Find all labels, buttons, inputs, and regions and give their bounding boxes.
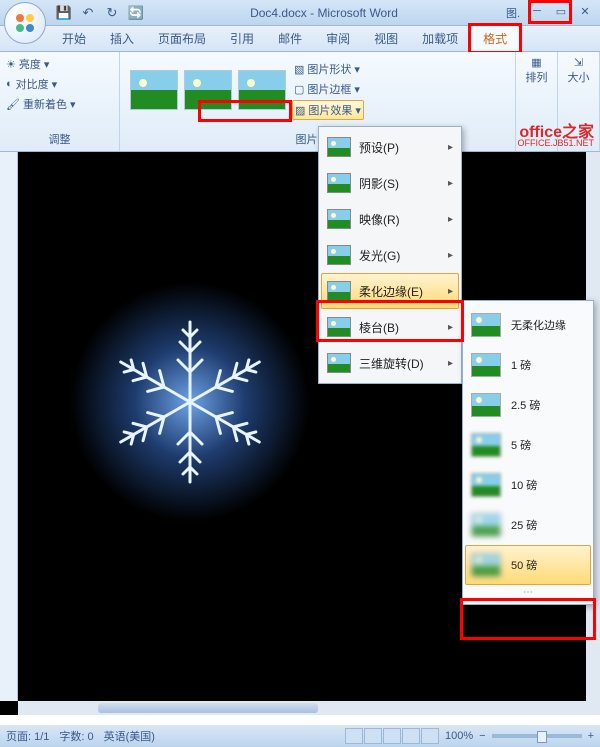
thumb-icon <box>327 173 351 193</box>
annotation-highlight <box>198 100 292 122</box>
soft-edge-option-25pt[interactable]: 25 磅 <box>465 505 591 545</box>
refresh-button[interactable]: 🔄 <box>126 3 146 23</box>
contrast-button[interactable]: ◐对比度 ▾ <box>6 76 113 92</box>
contrast-icon: ◐ <box>6 78 13 90</box>
menu-item-reflection[interactable]: 映像(R)▸ <box>321 201 459 237</box>
picture-effects-menu: 预设(P)▸ 阴影(S)▸ 映像(R)▸ 发光(G)▸ 柔化边缘(E)▸ 棱台(… <box>318 126 462 384</box>
arrange-icon: ▦ <box>522 56 551 69</box>
watermark: office之家 <box>519 118 594 142</box>
menu-item-glow[interactable]: 发光(G)▸ <box>321 237 459 273</box>
menu-item-3d-rotation[interactable]: 三维旋转(D)▸ <box>321 345 459 381</box>
annotation-highlight <box>460 598 596 640</box>
status-language[interactable]: 英语(美国) <box>104 728 155 744</box>
soft-edges-submenu: 无柔化边缘 1 磅 2.5 磅 5 磅 10 磅 25 磅 50 磅 ⋯ <box>462 300 594 605</box>
thumb-icon <box>471 353 501 377</box>
size-icon: ⇲ <box>564 56 593 69</box>
view-draft[interactable] <box>421 728 439 744</box>
tab-home[interactable]: 开始 <box>50 26 98 51</box>
annotation-highlight <box>468 23 522 54</box>
thumb-icon <box>327 137 351 157</box>
zoom-level[interactable]: 100% <box>445 730 473 742</box>
sun-icon: ☀ <box>6 58 16 71</box>
chevron-right-icon: ▸ <box>448 142 453 153</box>
recolor-button[interactable]: 🖌重新着色 ▾ <box>6 96 113 112</box>
chevron-right-icon: ▸ <box>448 358 453 369</box>
tab-review[interactable]: 审阅 <box>314 26 362 51</box>
style-thumb-1[interactable] <box>130 70 178 110</box>
picture-effects-button[interactable]: ▨图片效果 ▾ <box>292 100 364 120</box>
size-button[interactable]: ⇲ 大小 <box>564 56 593 85</box>
status-words[interactable]: 字数: 0 <box>59 728 93 744</box>
group-adjust: ☀亮度 ▾ ◐对比度 ▾ 🖌重新着色 ▾ 调整 <box>0 52 120 151</box>
tab-format[interactable]: 格式 <box>470 25 520 51</box>
thumb-icon <box>471 473 501 497</box>
chevron-right-icon: ▸ <box>448 214 453 225</box>
picture-shape-button[interactable]: ▧图片形状 ▾ <box>292 60 364 78</box>
chevron-right-icon: ▸ <box>448 250 453 261</box>
soft-edge-option-50pt[interactable]: 50 磅 <box>465 545 591 585</box>
context-label: 图. <box>502 5 524 21</box>
annotation-highlight <box>316 300 464 342</box>
tab-page-layout[interactable]: 页面布局 <box>146 26 218 51</box>
chevron-right-icon: ▸ <box>448 286 453 297</box>
undo-button[interactable]: ↶ <box>78 3 98 23</box>
view-buttons <box>345 728 439 744</box>
scrollbar-thumb[interactable] <box>98 703 318 713</box>
status-page[interactable]: 页面: 1/1 <box>6 728 49 744</box>
zoom-in-button[interactable]: + <box>588 730 594 742</box>
status-bar: 页面: 1/1 字数: 0 英语(美国) 100% − + <box>0 725 600 747</box>
vertical-ruler <box>0 152 18 701</box>
quick-access-toolbar: 💾 ↶ ↻ 🔄 <box>54 3 146 23</box>
view-print-layout[interactable] <box>345 728 363 744</box>
thumb-icon <box>327 209 351 229</box>
ribbon: ☀亮度 ▾ ◐对比度 ▾ 🖌重新着色 ▾ 调整 ▧图片形状 ▾ ▢图片边框 ▾ … <box>0 52 600 152</box>
view-outline[interactable] <box>402 728 420 744</box>
thumb-icon <box>471 433 501 457</box>
close-button[interactable]: ✕ <box>574 5 596 21</box>
thumb-icon <box>327 281 351 301</box>
thumb-icon <box>327 245 351 265</box>
menu-item-preset[interactable]: 预设(P)▸ <box>321 129 459 165</box>
thumb-icon <box>471 513 501 537</box>
thumb-icon <box>327 353 351 373</box>
zoom-out-button[interactable]: − <box>479 730 485 742</box>
tab-insert[interactable]: 插入 <box>98 26 146 51</box>
arrange-button[interactable]: ▦ 排列 <box>522 56 551 85</box>
group-label-adjust: 调整 <box>6 129 113 147</box>
selected-image[interactable] <box>60 272 320 532</box>
soft-edge-option-none[interactable]: 无柔化边缘 <box>465 305 591 345</box>
recolor-icon: 🖌 <box>6 98 20 111</box>
view-full-screen[interactable] <box>364 728 382 744</box>
soft-edge-option-1pt[interactable]: 1 磅 <box>465 345 591 385</box>
menu-item-shadow[interactable]: 阴影(S)▸ <box>321 165 459 201</box>
ribbon-tab-bar: 开始 插入 页面布局 引用 邮件 审阅 视图 加载项 格式 <box>0 26 600 52</box>
soft-edge-option-5pt[interactable]: 5 磅 <box>465 425 591 465</box>
soft-edge-option-2-5pt[interactable]: 2.5 磅 <box>465 385 591 425</box>
zoom-slider[interactable] <box>492 734 582 738</box>
window-title: Doc4.docx - Microsoft Word <box>146 6 502 20</box>
shape-icon: ▧ <box>294 63 304 76</box>
annotation-highlight <box>528 0 572 24</box>
thumb-icon <box>471 553 501 577</box>
horizontal-scrollbar[interactable] <box>18 701 600 715</box>
soft-edge-option-10pt[interactable]: 10 磅 <box>465 465 591 505</box>
thumb-icon <box>471 313 501 337</box>
brightness-button[interactable]: ☀亮度 ▾ <box>6 56 113 72</box>
redo-button[interactable]: ↻ <box>102 3 122 23</box>
border-icon: ▢ <box>294 83 304 96</box>
effects-icon: ▨ <box>295 104 305 117</box>
view-web-layout[interactable] <box>383 728 401 744</box>
tab-addins[interactable]: 加载项 <box>410 26 470 51</box>
tab-mailings[interactable]: 邮件 <box>266 26 314 51</box>
office-button[interactable] <box>4 2 46 44</box>
save-button[interactable]: 💾 <box>54 3 74 23</box>
thumb-icon <box>471 393 501 417</box>
picture-border-button[interactable]: ▢图片边框 ▾ <box>292 80 364 98</box>
tab-references[interactable]: 引用 <box>218 26 266 51</box>
office-logo-icon <box>13 11 37 35</box>
chevron-right-icon: ▸ <box>448 178 453 189</box>
tab-view[interactable]: 视图 <box>362 26 410 51</box>
